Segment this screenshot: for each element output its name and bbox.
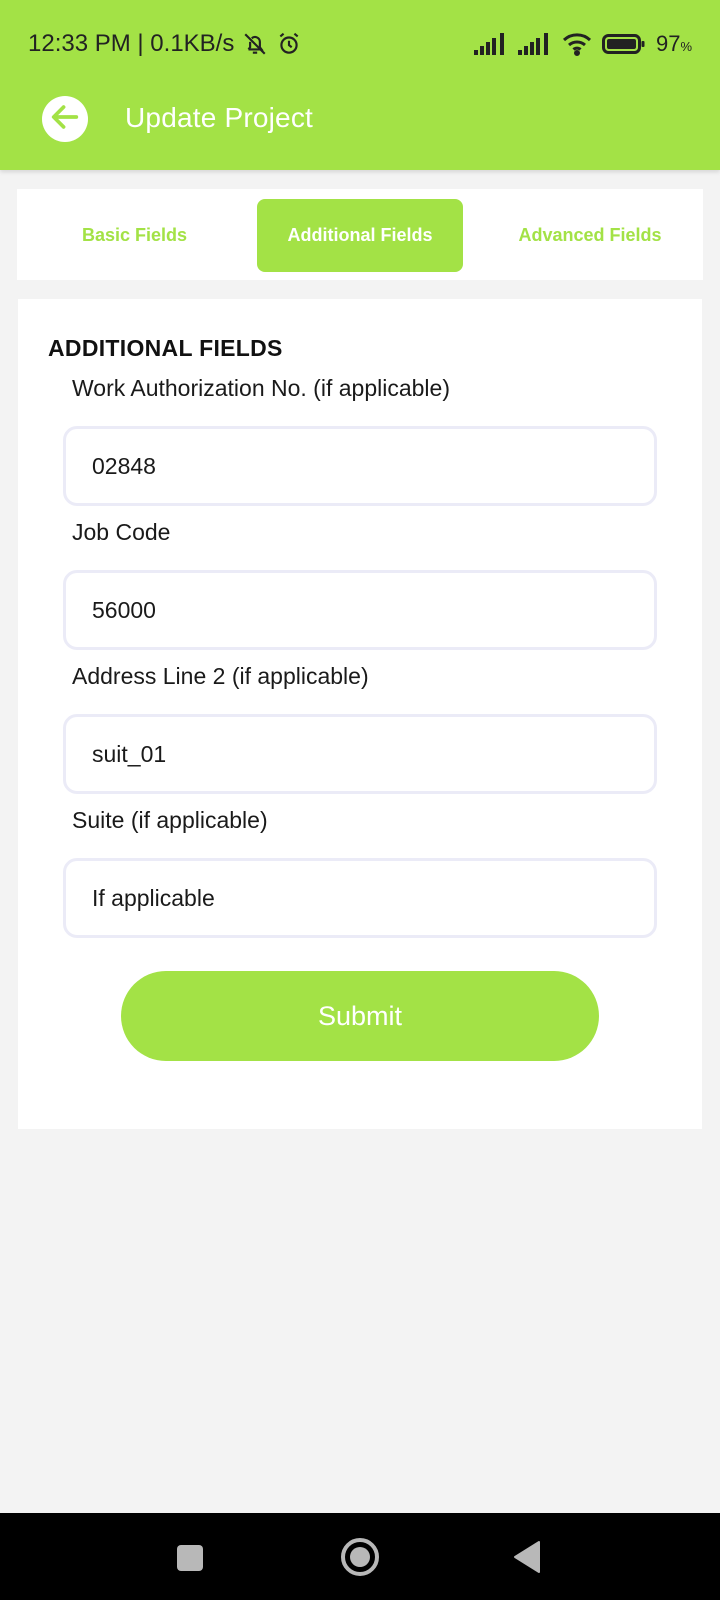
recents-button[interactable] <box>176 1544 204 1577</box>
back-button[interactable] <box>42 96 88 142</box>
tab-basic-fields[interactable]: Basic Fields <box>47 199 222 272</box>
tab-additional-fields[interactable]: Additional Fields <box>257 199 463 272</box>
nav-back-button[interactable] <box>512 1540 542 1579</box>
signal-icon <box>473 33 508 55</box>
section-title: ADDITIONAL FIELDS <box>48 335 283 361</box>
suite-input[interactable] <box>63 858 657 938</box>
tabs-card: Basic Fields Additional Fields Advanced … <box>17 189 703 280</box>
job-code-label: Job Code <box>72 519 171 545</box>
header: 12:33 PM | 0.1KB/s 97% Update Project <box>0 0 720 170</box>
form-card: ADDITIONAL FIELDS Work Authorization No.… <box>18 299 702 1129</box>
alarm-icon <box>276 31 302 57</box>
signal-icon <box>517 33 552 55</box>
battery-icon <box>601 33 646 55</box>
recents-icon <box>176 1545 204 1576</box>
status-bar: 12:33 PM | 0.1KB/s 97% <box>0 22 720 66</box>
address-line-2-input[interactable] <box>63 714 657 794</box>
tab-advanced-fields[interactable]: Advanced Fields <box>495 199 685 272</box>
work-authorization-label: Work Authorization No. (if applicable) <box>72 375 450 401</box>
home-icon <box>340 1538 380 1581</box>
back-icon <box>512 1541 542 1578</box>
wifi-icon <box>562 32 592 56</box>
system-nav-bar <box>0 1513 720 1600</box>
page-title: Update Project <box>125 102 314 133</box>
home-button[interactable] <box>340 1537 380 1582</box>
back-arrow-icon <box>48 100 82 139</box>
job-code-input[interactable] <box>63 570 657 650</box>
status-time-speed: 12:33 PM | 0.1KB/s <box>28 30 235 57</box>
work-authorization-input[interactable] <box>63 426 657 506</box>
address-line-2-label: Address Line 2 (if applicable) <box>72 663 369 689</box>
submit-button[interactable]: Submit <box>121 971 599 1061</box>
bell-off-icon <box>242 31 268 57</box>
app-bar: Update Project <box>0 88 720 152</box>
suite-label: Suite (if applicable) <box>72 807 268 833</box>
battery-percent: 97% <box>655 31 692 56</box>
status-right: 97% <box>473 31 692 57</box>
status-left: 12:33 PM | 0.1KB/s <box>28 30 302 58</box>
